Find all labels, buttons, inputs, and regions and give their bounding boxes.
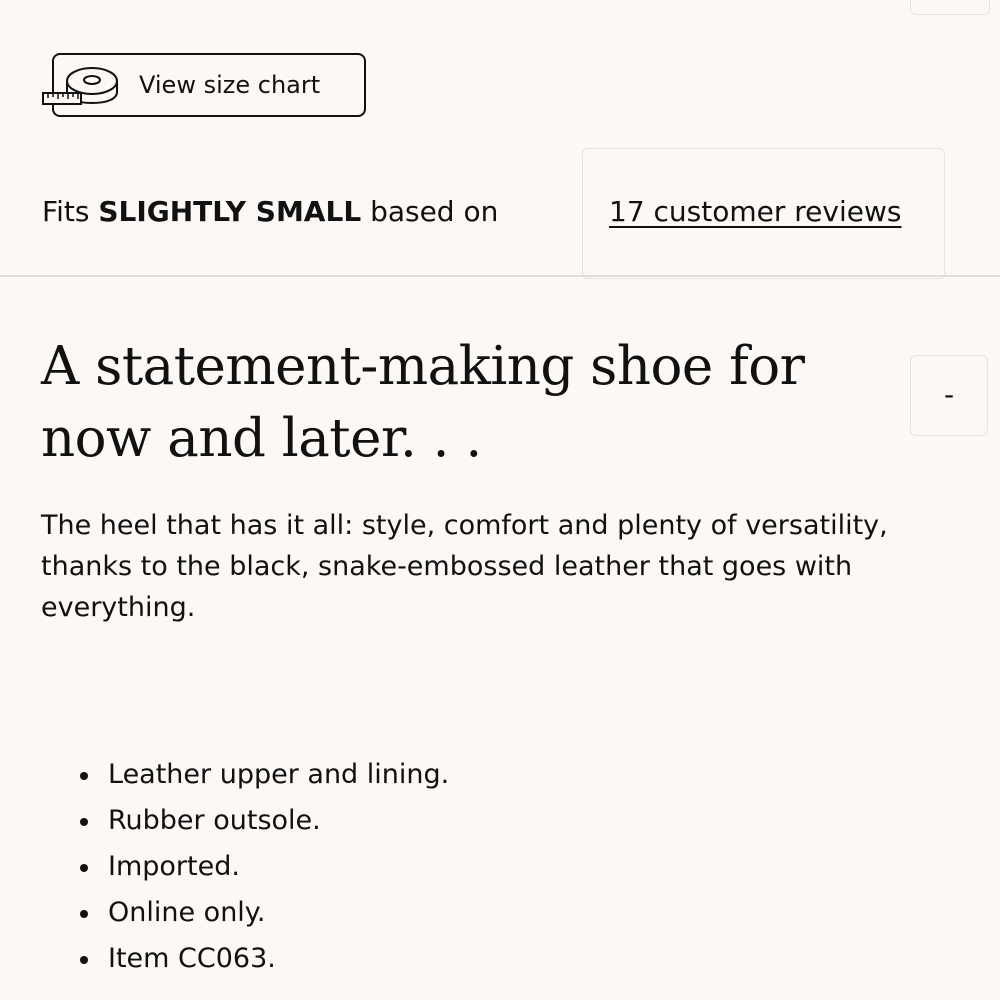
headline-line-1: A statement-making shoe for [41,336,805,397]
reviews-link-container[interactable]: 17 customer reviews [582,148,945,279]
section-divider [0,275,1000,277]
product-features-list: Leather upper and lining. Rubber outsole… [41,752,741,982]
collapse-details-button[interactable]: - [910,355,988,436]
view-size-chart-label: View size chart [139,71,321,99]
fit-rating: SLIGHTLY SMALL [98,195,362,228]
product-headline: A statement-making shoe for now and late… [41,331,881,475]
product-description: The heel that has it all: style, comfort… [41,510,888,623]
top-right-control[interactable] [910,0,990,15]
headline-line-2: now and later. . . [41,408,482,469]
customer-reviews-link[interactable]: 17 customer reviews [609,194,901,230]
collapse-label: - [943,378,955,411]
feature-item: Imported. [41,844,741,890]
measuring-tape-icon [41,65,119,107]
view-size-chart-button[interactable]: View size chart [42,53,366,117]
feature-item: Leather upper and lining. [41,752,741,798]
fit-prefix: Fits [42,195,90,228]
fit-summary: Fits SLIGHTLY SMALL based on [42,194,498,230]
feature-item: Item CC063. [41,936,741,982]
fit-suffix: based on [370,195,499,228]
feature-item: Online only. [41,890,741,936]
feature-item: Rubber outsole. [41,798,741,844]
